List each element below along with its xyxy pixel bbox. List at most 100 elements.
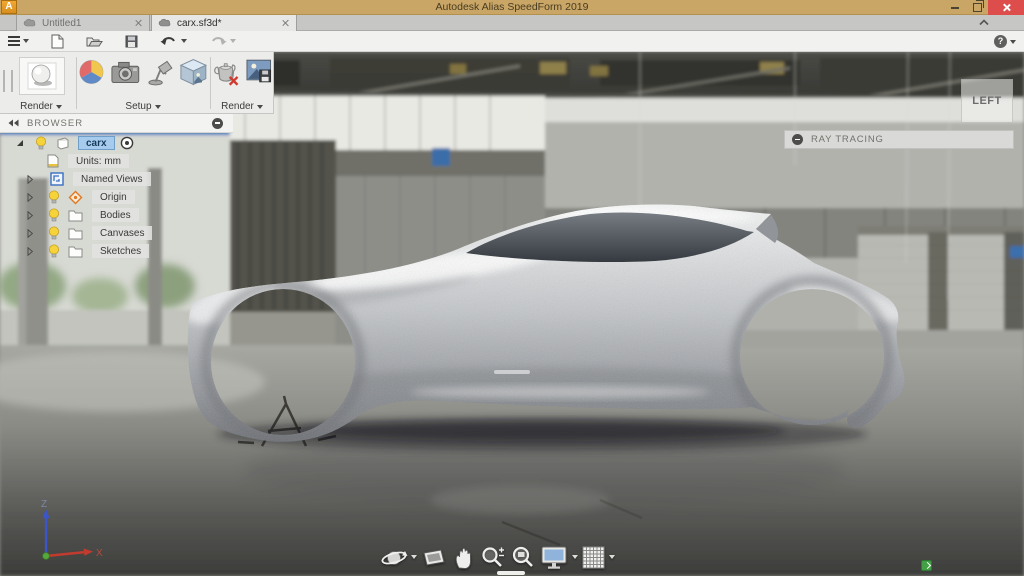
camera-icon[interactable] <box>110 57 141 87</box>
tree-row-carx[interactable]: carx <box>0 135 138 151</box>
ribbon-toolbar: Render <box>0 52 274 114</box>
tree-item-label[interactable]: Sketches <box>92 244 149 258</box>
redo-button[interactable] <box>209 35 236 47</box>
undo-icon <box>160 35 178 47</box>
help-button[interactable]: ? <box>994 31 1016 52</box>
axis-x-label: X <box>96 548 103 559</box>
view-cube-face-label: LEFT <box>972 95 1002 107</box>
tree-item-label[interactable]: carx <box>78 136 115 150</box>
render-mode-group: Render <box>10 52 72 114</box>
caret-down-icon[interactable] <box>411 555 417 559</box>
status-badge[interactable] <box>921 560 932 571</box>
browser-panel-header[interactable]: BROWSER <box>0 114 233 133</box>
file-menu-button[interactable] <box>8 36 29 46</box>
navigation-toolbar <box>380 542 615 572</box>
close-button[interactable] <box>988 0 1024 15</box>
render-mode-label: Render <box>20 101 53 112</box>
origin-icon <box>68 190 83 205</box>
minimize-icon <box>951 7 959 9</box>
zoom-window-icon[interactable] <box>510 544 536 571</box>
collapsed-arrow-icon[interactable] <box>27 211 33 220</box>
visibility-bulb-icon[interactable] <box>48 244 60 258</box>
app-window: A Autodesk Alias SpeedForm 2019 Untitled… <box>0 0 1024 576</box>
caret-down-icon[interactable] <box>609 555 615 559</box>
tree-item-label[interactable]: Named Views <box>73 172 151 186</box>
tab-untitled1[interactable]: Untitled1 <box>16 15 150 31</box>
setup-group-label: Setup <box>125 101 151 112</box>
folder-icon <box>68 245 83 258</box>
tree-row-named-views[interactable]: Named Views <box>0 171 151 187</box>
look-at-icon[interactable] <box>420 544 448 571</box>
tree-item-label[interactable]: Bodies <box>92 208 139 222</box>
tree-item-label[interactable]: Origin <box>92 190 135 204</box>
new-file-icon[interactable] <box>51 34 64 49</box>
tree-row-units[interactable]: Units: mm <box>0 153 129 169</box>
render-image-icon[interactable] <box>245 57 273 85</box>
caret-down-icon <box>56 105 62 109</box>
pan-icon[interactable] <box>451 544 477 571</box>
render-mode-button[interactable] <box>19 57 65 95</box>
restore-icon <box>973 3 982 12</box>
tree-row-sketches[interactable]: Sketches <box>0 243 149 259</box>
document-icon <box>23 18 36 28</box>
grid-icon[interactable] <box>581 544 606 571</box>
render-group: Render <box>212 52 272 114</box>
open-file-icon[interactable] <box>86 35 103 48</box>
browser-panel-title: BROWSER <box>27 118 212 129</box>
undo-button[interactable] <box>160 35 187 47</box>
expanded-arrow-icon[interactable] <box>16 139 24 147</box>
activate-component-icon[interactable] <box>120 136 134 150</box>
appearance-icon[interactable] <box>78 57 105 87</box>
minimize-button[interactable] <box>944 0 966 15</box>
help-icon: ? <box>994 35 1007 48</box>
caret-down-icon <box>1010 40 1016 44</box>
divider <box>76 57 77 109</box>
collapsed-arrow-icon[interactable] <box>27 247 33 256</box>
restore-button[interactable] <box>966 0 988 15</box>
tree-item-label[interactable]: Canvases <box>92 226 152 240</box>
visibility-bulb-icon[interactable] <box>48 190 60 204</box>
collapsed-arrow-icon[interactable] <box>27 193 33 202</box>
caret-down-icon[interactable] <box>572 555 578 559</box>
folder-icon <box>68 209 83 222</box>
viewport-3d[interactable]: Render <box>0 52 1024 576</box>
document-tab-bar: Untitled1 carx.sf3d* <box>0 15 1024 31</box>
collapsed-arrow-icon[interactable] <box>27 175 33 184</box>
tab-label: carx.sf3d* <box>177 18 276 29</box>
redo-icon <box>209 35 227 47</box>
orbit-icon[interactable] <box>380 544 408 571</box>
tab-close-icon[interactable] <box>135 19 143 27</box>
caret-down-icon <box>181 39 187 43</box>
window-title: Autodesk Alias SpeedForm 2019 <box>0 0 1024 15</box>
save-icon[interactable] <box>125 35 138 48</box>
collapsed-arrow-icon[interactable] <box>27 229 33 238</box>
zoom-icon[interactable] <box>480 544 507 571</box>
panel-options-icon[interactable] <box>212 118 223 129</box>
ray-tracing-bar[interactable]: RAY TRACING <box>784 130 1014 149</box>
environment-icon[interactable] <box>179 57 208 87</box>
tab-carx[interactable]: carx.sf3d* <box>151 15 297 31</box>
tab-close-icon[interactable] <box>282 19 290 27</box>
view-cube[interactable]: LEFT <box>961 79 1013 123</box>
tab-label: Untitled1 <box>42 18 129 29</box>
display-settings-icon[interactable] <box>539 544 569 571</box>
visibility-bulb-icon[interactable] <box>48 226 60 240</box>
visibility-bulb-icon[interactable] <box>35 136 47 150</box>
lamp-icon[interactable] <box>146 57 175 87</box>
ray-tracing-stop-icon[interactable] <box>792 134 803 145</box>
visibility-bulb-icon[interactable] <box>48 208 60 222</box>
tree-row-origin[interactable]: Origin <box>0 189 135 205</box>
component-icon <box>56 136 70 150</box>
title-bar: A Autodesk Alias SpeedForm 2019 <box>0 0 1024 15</box>
caret-down-icon <box>257 105 263 109</box>
chevron-up-icon[interactable] <box>978 18 990 26</box>
divider <box>210 57 211 109</box>
tree-row-bodies[interactable]: Bodies <box>0 207 139 223</box>
render-cancel-icon[interactable] <box>212 57 240 87</box>
active-tool-indicator <box>497 571 525 575</box>
tree-row-canvases[interactable]: Canvases <box>0 225 152 241</box>
named-views-icon <box>50 172 64 186</box>
render-sphere-icon <box>27 62 57 90</box>
collapse-panel-icon[interactable] <box>8 119 19 127</box>
tree-item-label[interactable]: Units: mm <box>68 154 129 168</box>
